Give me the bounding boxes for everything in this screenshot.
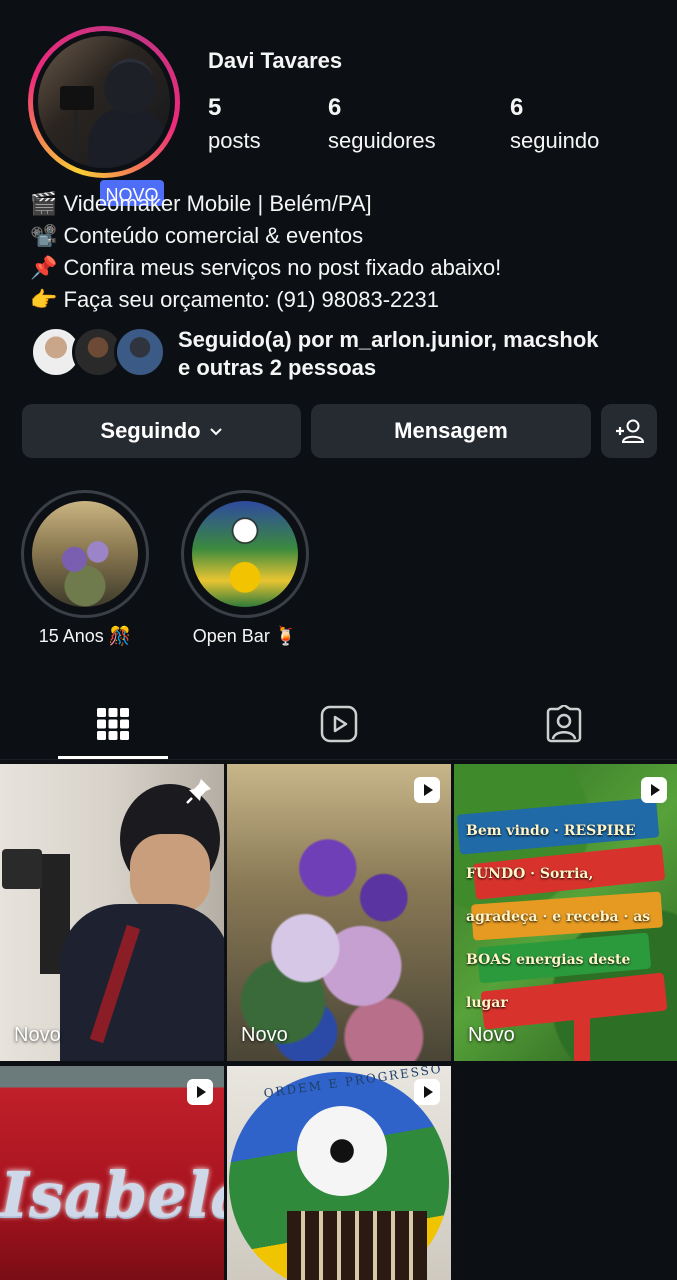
tab-posts-grid[interactable] xyxy=(58,690,168,759)
highlight-ring xyxy=(21,490,149,618)
followed-by-text: Seguido(a) por m_arlon.junior, macshok e… xyxy=(178,326,599,382)
follower-avatar xyxy=(114,326,166,378)
bio-line: 🎬 Videomaker Mobile | Belém/PA] xyxy=(30,191,372,216)
post-image-detail xyxy=(2,849,42,889)
followed-by-line: e outras 2 pessoas xyxy=(178,355,377,380)
post-image-detail xyxy=(297,1106,387,1196)
post-thumbnail[interactable]: Novo xyxy=(227,764,451,1061)
chevron-down-icon xyxy=(209,428,222,436)
neon-sign: Isabela xyxy=(0,1158,224,1231)
post-thumbnail[interactable]: Isabela xyxy=(0,1066,224,1280)
add-user-button[interactable] xyxy=(601,404,657,458)
stat-followers[interactable]: 6 seguidores xyxy=(328,94,436,154)
stat-following[interactable]: 6 seguindo xyxy=(510,94,599,154)
post-image xyxy=(227,764,451,1061)
reel-icon xyxy=(414,777,440,803)
bio-line: 📽️ Conteúdo comercial & eventos xyxy=(30,223,364,248)
highlight-item[interactable]: Open Bar 🍹 xyxy=(181,490,309,647)
stat-label: seguidores xyxy=(328,128,436,153)
profile-username: Davi Tavares xyxy=(208,48,343,73)
message-label: Mensagem xyxy=(394,418,508,443)
stat-value: 6 xyxy=(328,94,342,121)
stat-value: 6 xyxy=(510,94,524,121)
pin-icon xyxy=(186,779,211,804)
bio-line[interactable]: 👉 Faça seu orçamento: (91) 98083-2231 xyxy=(30,284,501,316)
grid-icon xyxy=(97,708,129,740)
stat-label: seguindo xyxy=(510,128,600,153)
bio-line: 📌 Confira meus serviços no post fixado a… xyxy=(30,255,502,280)
avatar-image xyxy=(38,36,170,168)
highlight-cover xyxy=(32,501,138,607)
highlight-cover xyxy=(192,501,298,607)
sign-text: Bem vindo · RESPIRE FUNDO · Sorria, agra… xyxy=(466,823,651,1011)
post-image-detail xyxy=(60,904,224,1061)
tab-tagged[interactable] xyxy=(509,690,619,758)
followed-by[interactable]: Seguido(a) por m_arlon.junior, macshok e… xyxy=(30,326,670,382)
message-button[interactable]: Mensagem xyxy=(311,404,591,458)
highlight-item[interactable]: 15 Anos 🎊 xyxy=(21,490,149,647)
profile-avatar[interactable]: NOVO xyxy=(28,26,180,208)
reel-icon xyxy=(641,777,667,803)
following-button[interactable]: Seguindo xyxy=(22,404,301,458)
highlight-ring xyxy=(181,490,309,618)
post-image-detail xyxy=(287,1211,427,1280)
post-image-detail xyxy=(130,834,210,914)
reels-icon xyxy=(320,705,358,743)
add-user-icon xyxy=(616,419,644,443)
stat-label: posts xyxy=(208,128,261,153)
post-tag: Novo xyxy=(241,1024,288,1046)
highlight-label: 15 Anos 🎊 xyxy=(38,626,132,646)
tagged-icon xyxy=(546,705,582,743)
profile-tabs xyxy=(0,690,677,760)
post-tag: Novo xyxy=(14,1024,61,1046)
following-label: Seguindo xyxy=(100,418,201,443)
post-tag: Novo xyxy=(468,1024,515,1046)
post-thumbnail[interactable]: Novo xyxy=(0,764,224,1061)
reel-icon xyxy=(414,1079,440,1105)
stat-value: 5 xyxy=(208,94,222,121)
tab-reels[interactable] xyxy=(284,690,394,758)
post-thumbnail[interactable]: Bem vindo · RESPIRE FUNDO · Sorria, agra… xyxy=(454,764,677,1061)
stat-posts[interactable]: 5 posts xyxy=(208,94,261,154)
highlight-label: Open Bar 🍹 xyxy=(192,626,298,646)
post-thumbnail[interactable]: ORDEM E PROGRESSO xyxy=(227,1066,451,1280)
profile-bio: 🎬 Videomaker Mobile | Belém/PA] 📽️ Conte… xyxy=(30,188,501,316)
followed-by-line: Seguido(a) por m_arlon.junior, macshok xyxy=(178,327,599,352)
reel-icon xyxy=(187,1079,213,1105)
